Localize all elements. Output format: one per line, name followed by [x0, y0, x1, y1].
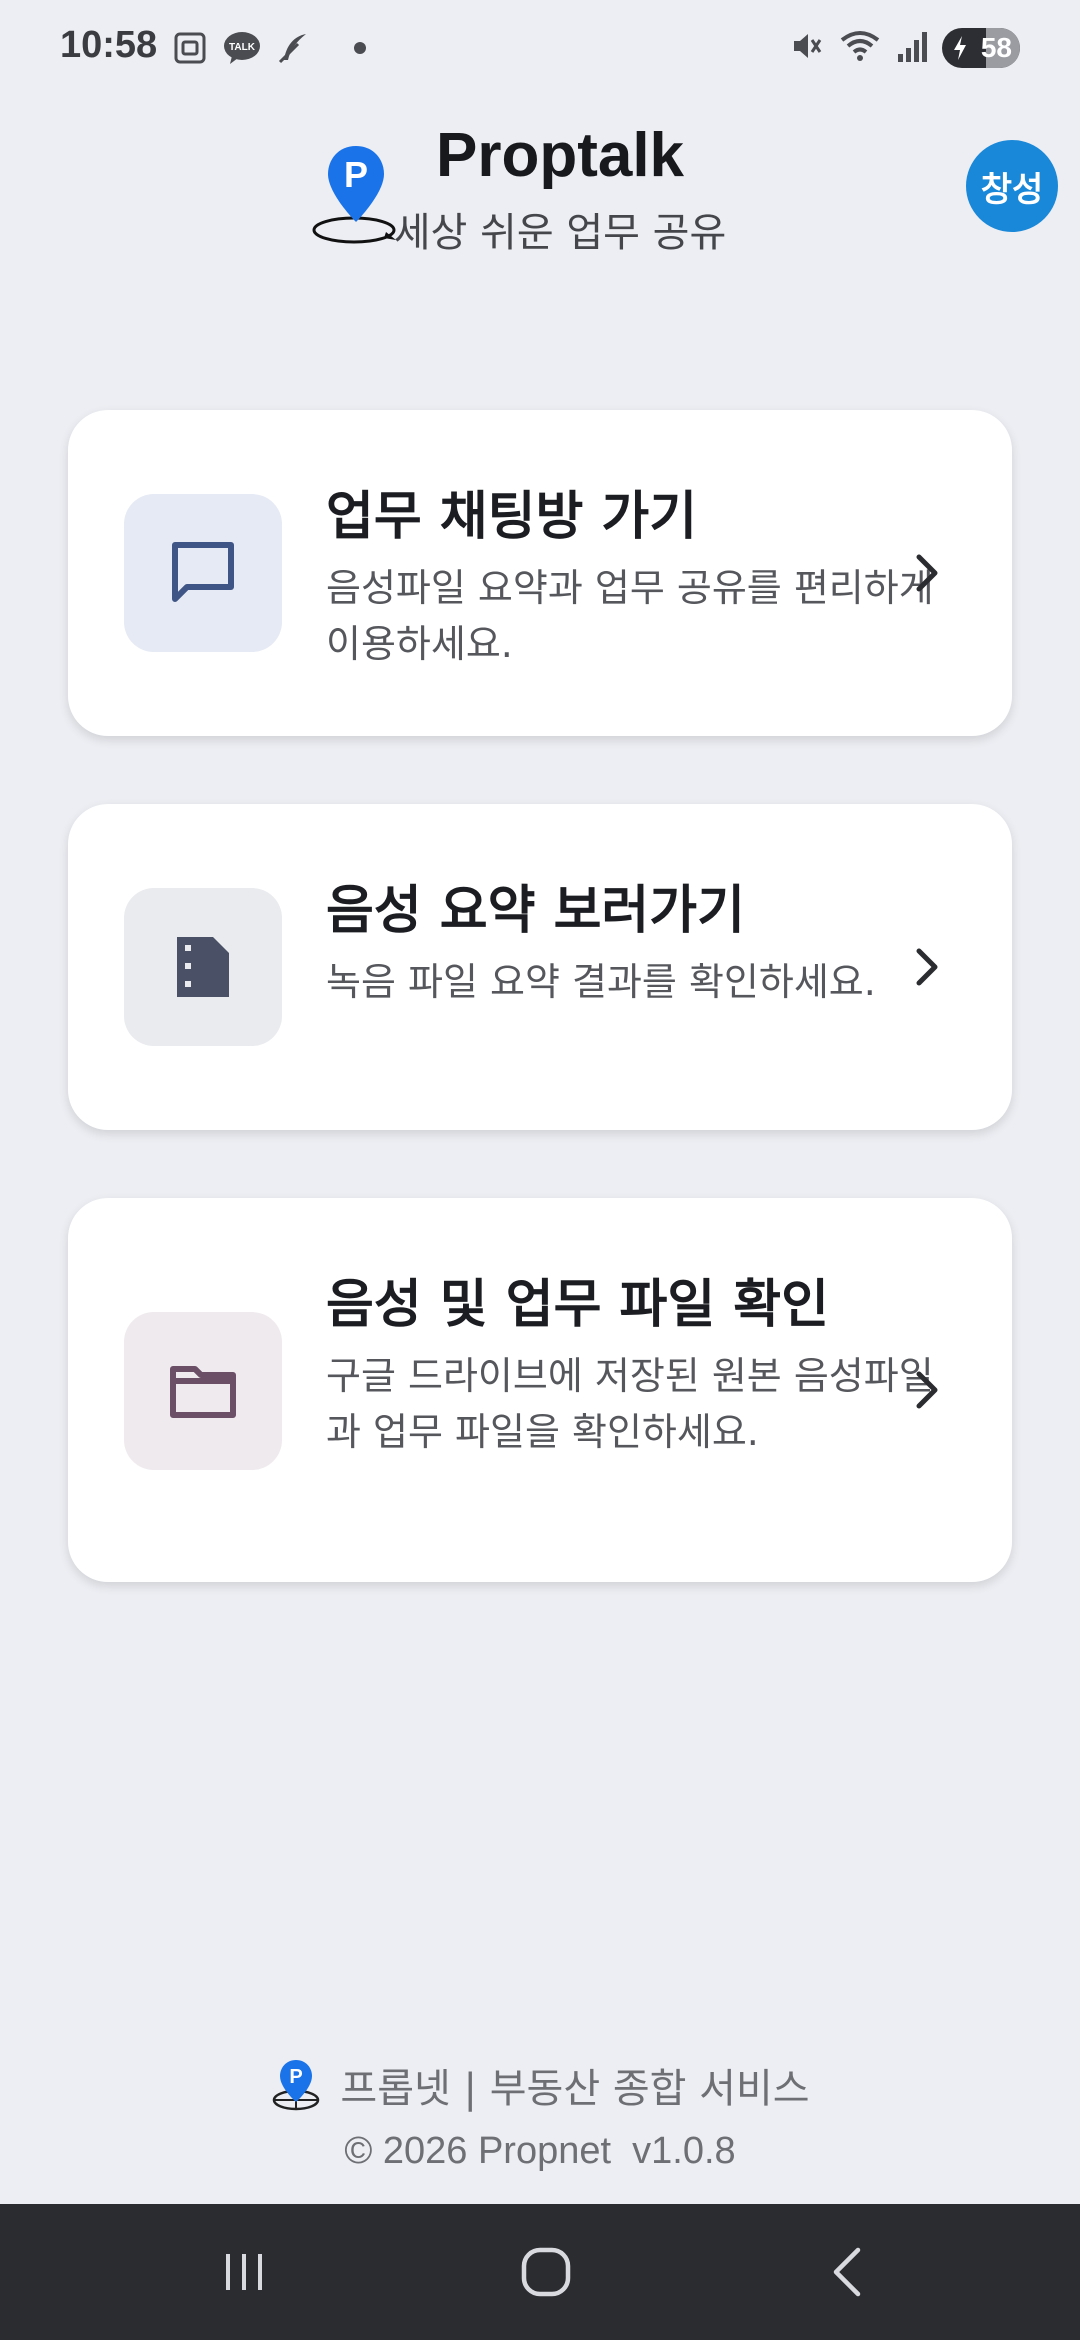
footer-copyright: © 2026 Propnet v1.0.8: [344, 2130, 736, 2172]
app-title: Proptalk: [435, 121, 685, 190]
summary-document-icon: [177, 937, 229, 997]
battery-icon: 58: [942, 28, 1020, 68]
card-title: 업무 채팅방 가기: [326, 487, 698, 547]
card-icon-box: [124, 494, 282, 652]
footer-brand-text: 프롭넷 | 부동산 종합 서비스: [340, 2066, 810, 2112]
card-title: 음성 요약 보러가기: [326, 881, 745, 941]
chevron-right-icon: [916, 948, 938, 986]
screenshot-icon: [172, 30, 208, 66]
card-work-chat[interactable]: 업무 채팅방 가기 음성파일 요약과 업무 공유를 편리하게 이용하세요.: [68, 410, 1012, 736]
card-icon-box: [124, 888, 282, 1046]
back-icon[interactable]: [820, 2242, 880, 2302]
mute-icon: [788, 28, 824, 68]
user-avatar[interactable]: 창성: [966, 140, 1058, 232]
card-file-check[interactable]: 음성 및 업무 파일 확인 구글 드라이브에 저장된 원본 음성파일과 업무 파…: [68, 1198, 1012, 1582]
status-bar: 10:58 TALK 58: [0, 0, 1080, 100]
card-description: 음성파일 요약과 업무 공유를 편리하게 이용하세요.: [326, 566, 934, 666]
feather-icon: [276, 30, 312, 66]
battery-level: 58: [980, 32, 1012, 63]
card-icon-box: [124, 1312, 282, 1470]
kakaotalk-icon: TALK: [222, 30, 262, 66]
status-icons-left: TALK: [172, 30, 366, 66]
app-subtitle: 세상 쉬운 업무 공유: [393, 210, 727, 256]
folder-icon: [170, 1366, 236, 1418]
signal-icon: [896, 28, 928, 68]
card-voice-summary[interactable]: 음성 요약 보러가기 녹음 파일 요약 결과를 확인하세요.: [68, 804, 1012, 1130]
app-header: P Proptalk 세상 쉬운 업무 공유 창성: [0, 120, 1080, 260]
chevron-right-icon: [916, 554, 938, 592]
dot-icon: [354, 42, 366, 54]
footer-brand: P 프롭넷 | 부동산 종합 서비스: [0, 2056, 1080, 2114]
propnet-logo-icon: P: [273, 2060, 320, 2111]
status-icons-right: 58: [788, 28, 1020, 68]
system-nav-bar: [0, 2204, 1080, 2340]
svg-text:P: P: [290, 2066, 303, 2088]
chat-icon: [172, 542, 234, 602]
card-description: 구글 드라이브에 저장된 원본 음성파일과 업무 파일을 확인하세요.: [326, 1354, 934, 1454]
svg-text:TALK: TALK: [229, 42, 256, 53]
status-time: 10:58: [60, 24, 158, 66]
card-title: 음성 및 업무 파일 확인: [326, 1275, 829, 1335]
card-description: 녹음 파일 요약 결과를 확인하세요.: [326, 960, 876, 1004]
recent-apps-icon[interactable]: [214, 2242, 274, 2302]
chevron-right-icon: [916, 1371, 938, 1409]
wifi-icon: [838, 28, 882, 68]
home-icon[interactable]: [516, 2242, 576, 2302]
